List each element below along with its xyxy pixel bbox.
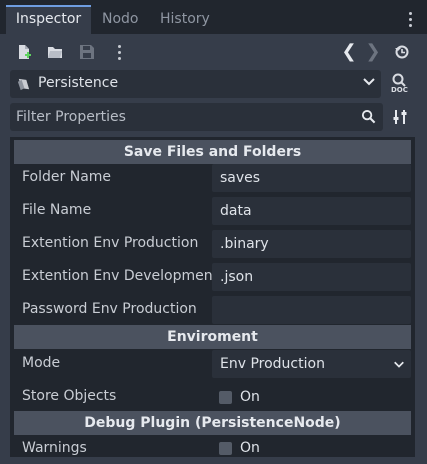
store-objects-value: On xyxy=(240,389,260,405)
section-debug-plugin[interactable]: Debug Plugin (PersistenceNode) xyxy=(14,411,411,435)
resource-name: Persistence xyxy=(38,75,119,91)
ext-prod-field[interactable]: .binary xyxy=(212,230,411,258)
prop-label-ext-dev: Extention Env Development xyxy=(22,268,219,284)
pass-prod-field[interactable] xyxy=(212,296,411,324)
store-objects-checkbox[interactable] xyxy=(219,391,232,404)
warnings-toggle[interactable]: On xyxy=(212,436,411,464)
prop-label-warnings: Warnings xyxy=(22,440,87,456)
dock-menu-icon[interactable] xyxy=(409,12,413,30)
mode-value: Env Production xyxy=(220,356,325,372)
script-icon xyxy=(16,77,31,96)
section-save-files[interactable]: Save Files and Folders xyxy=(14,140,411,164)
tab-history[interactable]: History xyxy=(152,5,218,34)
history-forward-icon[interactable]: ❯ xyxy=(362,41,384,63)
new-resource-icon[interactable] xyxy=(13,41,35,63)
chevron-down-icon xyxy=(394,361,404,368)
warnings-value: On xyxy=(240,440,260,456)
ext-prod-value: .binary xyxy=(220,236,269,252)
history-icon[interactable] xyxy=(391,41,413,63)
prop-label-mode: Mode xyxy=(22,355,61,371)
prop-label-store-objects: Store Objects xyxy=(22,388,117,404)
file-name-field[interactable]: data xyxy=(212,197,411,225)
filter-properties-input[interactable] xyxy=(16,106,346,128)
save-icon[interactable] xyxy=(76,41,98,63)
store-objects-toggle[interactable]: On xyxy=(212,383,411,411)
prop-label-ext-prod: Extention Env Production xyxy=(22,235,199,251)
mode-select[interactable]: Env Production xyxy=(212,350,411,378)
section-environment[interactable]: Enviroment xyxy=(14,325,411,349)
object-menu-icon[interactable] xyxy=(118,45,122,63)
property-settings-icon[interactable] xyxy=(392,108,408,130)
tab-inspector[interactable]: Inspector xyxy=(6,5,91,34)
file-name-value: data xyxy=(220,203,252,219)
prop-label-folder-name: Folder Name xyxy=(22,169,112,185)
doc-label: DOC xyxy=(391,86,408,94)
doc-button[interactable]: DOC xyxy=(389,72,413,98)
history-back-icon[interactable]: ❮ xyxy=(338,41,360,63)
ext-dev-field[interactable]: .json xyxy=(212,263,411,291)
folder-name-value: saves xyxy=(220,170,261,186)
search-icon xyxy=(361,109,376,128)
tab-nodo[interactable]: Nodo xyxy=(94,5,147,34)
open-folder-icon[interactable] xyxy=(44,41,66,63)
folder-name-field[interactable]: saves xyxy=(212,164,411,192)
prop-label-pass-prod: Password Env Production xyxy=(22,301,197,317)
warnings-checkbox[interactable] xyxy=(219,442,232,455)
prop-label-file-name: File Name xyxy=(22,202,92,218)
chevron-down-icon[interactable] xyxy=(362,74,376,92)
ext-dev-value: .json xyxy=(220,269,254,285)
